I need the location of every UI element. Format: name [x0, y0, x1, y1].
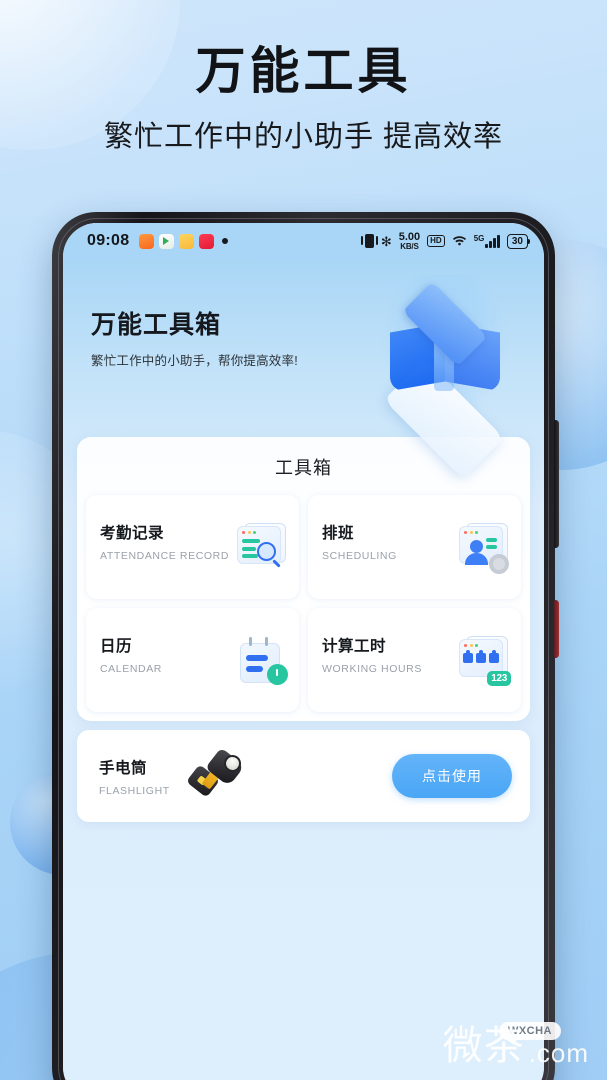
more-dot-icon — [222, 238, 229, 244]
network-type-label: 5G — [473, 233, 485, 243]
volume-button[interactable] — [554, 420, 559, 548]
status-indicators: ✻ 5.00 KB/S HD 5G 30 — [360, 230, 531, 251]
phone-mockup: 09:08 ✻ 5.00 KB/S HD 5G 30 万能工具箱 繁忙工作中的小… — [52, 212, 559, 1080]
scheduling-icon — [457, 522, 511, 574]
tool-tile-calendar[interactable]: 日历 CALENDAR — [86, 608, 299, 712]
hd-icon: HD — [427, 235, 445, 247]
app-subtitle: 繁忙工作中的小助手，帮你提高效率! — [91, 354, 298, 368]
working-hours-icon: 123 — [457, 635, 511, 687]
app-title: 万能工具箱 — [91, 311, 222, 339]
app-content: 万能工具箱 繁忙工作中的小助手，帮你提高效率! 工具箱 考勤记录 ATTENDA… — [63, 259, 544, 1080]
green-play-app-icon — [159, 233, 175, 249]
toolbox-grid: 考勤记录 ATTENDANCE RECORD 排班 SCHEDULING 日历 … — [77, 495, 530, 712]
use-flashlight-button[interactable]: 点击使用 — [392, 754, 512, 798]
yellow-app-icon — [179, 233, 195, 249]
tool-row-flashlight[interactable]: 手电筒 FLASHLIGHT 点击使用 — [77, 730, 530, 822]
network-speed-unit: KB/S — [400, 241, 419, 251]
status-time: 09:08 — [87, 232, 130, 249]
promo-headline-block: 万能工具 繁忙工作中的小助手 提高效率 — [0, 44, 607, 155]
tool-tile-working-hours[interactable]: 计算工时 WORKING HOURS 123 — [308, 608, 521, 712]
power-button[interactable] — [554, 600, 559, 658]
promo-headline: 万能工具 — [195, 43, 412, 99]
toolbox-panel: 工具箱 考勤记录 ATTENDANCE RECORD 排班 SCHEDULING… — [77, 437, 530, 721]
tool-name-en: FLASHLIGHT — [99, 784, 170, 797]
watermark-badge: WXCHA — [498, 1022, 561, 1044]
promo-subheadline: 繁忙工作中的小助手 提高效率 — [103, 121, 504, 153]
attendance-record-icon — [235, 522, 289, 574]
network-speed-indicator: 5.00 KB/S — [398, 230, 421, 251]
tool-tile-scheduling[interactable]: 排班 SCHEDULING — [308, 495, 521, 599]
signal-bars-icon — [485, 234, 500, 248]
vibrate-icon — [360, 234, 378, 248]
status-bar: 09:08 ✻ 5.00 KB/S HD 5G 30 — [63, 223, 544, 259]
orange-app-icon — [139, 233, 155, 249]
flashlight-text-block: 手电筒 FLASHLIGHT — [99, 756, 170, 797]
number-badge: 123 — [487, 671, 511, 686]
flashlight-icon — [184, 747, 246, 802]
calendar-icon — [235, 635, 289, 687]
wifi-icon — [452, 234, 467, 248]
status-app-icons — [139, 233, 229, 249]
phone-screen: 09:08 ✻ 5.00 KB/S HD 5G 30 万能工具箱 繁忙工作中的小… — [63, 223, 544, 1080]
network-speed-value: 5.00 — [398, 230, 421, 243]
promo-page: 万能工具 繁忙工作中的小助手 提高效率 09:08 ✻ 5.00 KB/S HD… — [0, 0, 607, 1080]
tool-tile-attendance-record[interactable]: 考勤记录 ATTENDANCE RECORD — [86, 495, 299, 599]
tool-name: 手电筒 — [99, 759, 148, 777]
bluetooth-icon: ✻ — [380, 233, 392, 249]
battery-indicator: 30 — [506, 233, 531, 249]
3d-blue-cube-icon — [370, 275, 520, 480]
red-app-icon — [199, 233, 215, 249]
app-hero: 万能工具箱 繁忙工作中的小助手，帮你提高效率! — [63, 259, 544, 480]
hero-text-block: 万能工具箱 繁忙工作中的小助手，帮你提高效率! — [91, 305, 298, 369]
mobile-signal-indicator: 5G — [473, 233, 500, 248]
